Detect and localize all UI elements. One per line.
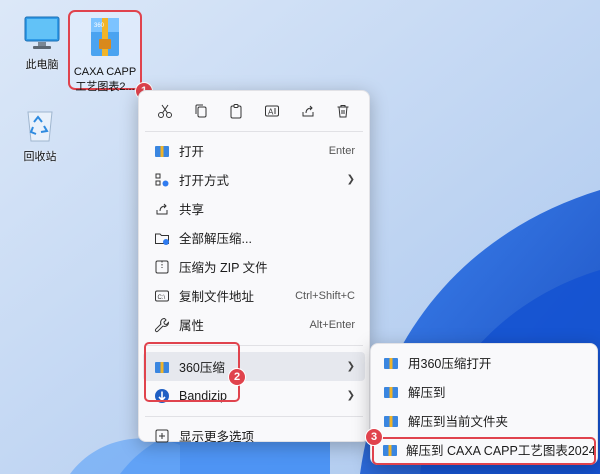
submenu-item-open-with-360[interactable]: 用360压缩打开 bbox=[374, 348, 594, 377]
menu-item-show-more-options-label: 显示更多选项 bbox=[179, 430, 255, 444]
more-options-icon bbox=[155, 429, 169, 442]
delete-button[interactable] bbox=[325, 96, 361, 126]
cut-button[interactable] bbox=[147, 96, 183, 126]
desktop-file-caxa-capp[interactable]: 360 CAXA CAPP 工艺图表2... bbox=[68, 10, 142, 93]
360zip-icon bbox=[384, 386, 398, 398]
rename-icon: A bbox=[264, 105, 279, 117]
extract-all-icon bbox=[155, 233, 169, 245]
menu-item-extract-all-label: 全部解压缩... bbox=[179, 232, 252, 246]
file-name-line2: 工艺图表2... bbox=[75, 81, 135, 93]
360zip-icon bbox=[384, 357, 398, 369]
svg-text:360: 360 bbox=[94, 23, 105, 29]
this-pc-label: 此电脑 bbox=[25, 59, 59, 71]
menu-item-open-label: 打开 bbox=[179, 145, 205, 159]
share-button[interactable] bbox=[290, 96, 326, 126]
delete-icon bbox=[337, 105, 349, 118]
menu-item-compress-zip-label: 压缩为 ZIP 文件 bbox=[179, 261, 268, 275]
archive-file-icon: 360 bbox=[91, 18, 119, 56]
copy-path-icon: C:\ bbox=[155, 290, 169, 301]
copy-button[interactable] bbox=[183, 96, 219, 126]
chevron-right-icon: ❯ bbox=[346, 174, 355, 185]
monitor-icon bbox=[24, 16, 60, 49]
archive-app-icon bbox=[155, 145, 169, 157]
paste-button[interactable] bbox=[218, 96, 254, 126]
share-icon bbox=[302, 105, 314, 117]
shortcut-alt-enter: Alt+Enter bbox=[309, 318, 355, 331]
menu-item-share-label: 共享 bbox=[179, 203, 205, 217]
360zip-icon bbox=[384, 415, 398, 427]
menu-item-copy-path-label: 复制文件地址 bbox=[179, 290, 255, 304]
chevron-right-icon: ❯ bbox=[346, 390, 355, 401]
file-name-line1: CAXA CAPP bbox=[73, 66, 137, 78]
menu-item-properties[interactable]: 属性 Alt+Enter bbox=[143, 310, 365, 339]
svg-text:A: A bbox=[268, 108, 274, 117]
submenu-item-extract-to-label: 解压到 bbox=[408, 386, 446, 400]
submenu-item-extract-here[interactable]: 解压到当前文件夹 bbox=[374, 406, 594, 435]
submenu-item-extract-here-label: 解压到当前文件夹 bbox=[408, 415, 509, 429]
open-with-icon bbox=[155, 173, 169, 186]
context-toolbar: A bbox=[139, 91, 369, 131]
cut-icon bbox=[157, 104, 172, 118]
menu-item-open[interactable]: 打开 Enter bbox=[143, 136, 365, 165]
recycle-bin-icon bbox=[27, 111, 53, 142]
chevron-right-icon: ❯ bbox=[346, 361, 355, 372]
highlight-360zip-group bbox=[144, 342, 240, 402]
submenu-item-extract-to[interactable]: 解压到 bbox=[374, 377, 594, 406]
shortcut-ctrl-shift-c: Ctrl+Shift+C bbox=[295, 289, 355, 302]
menu-item-open-with-label: 打开方式 bbox=[179, 174, 230, 188]
wrench-icon bbox=[154, 317, 170, 332]
copy-icon bbox=[195, 104, 206, 118]
rename-button[interactable]: A bbox=[254, 96, 290, 126]
desktop-icon-this-pc[interactable]: 此电脑 bbox=[10, 14, 74, 72]
paste-icon bbox=[230, 104, 242, 119]
menu-item-compress-zip[interactable]: 压缩为 ZIP 文件 bbox=[143, 252, 365, 281]
menu-item-open-with[interactable]: 打开方式 ❯ bbox=[143, 165, 365, 194]
shortcut-enter: Enter bbox=[328, 144, 355, 157]
menu-item-show-more-options[interactable]: 显示更多选项 bbox=[143, 421, 365, 450]
menu-item-copy-path[interactable]: C:\ 复制文件地址 Ctrl+Shift+C bbox=[143, 281, 365, 310]
svg-text:C:\: C:\ bbox=[158, 295, 166, 301]
menu-item-properties-label: 属性 bbox=[179, 319, 205, 333]
highlight-extract-to-folder bbox=[372, 437, 596, 465]
desktop-icon-recycle-bin[interactable]: 回收站 bbox=[8, 106, 72, 164]
step-badge-3: 3 bbox=[365, 428, 383, 446]
zip-folder-icon bbox=[155, 260, 169, 273]
step-badge-2: 2 bbox=[228, 368, 246, 386]
share-icon bbox=[156, 203, 168, 214]
recycle-bin-label: 回收站 bbox=[23, 151, 57, 163]
submenu-item-open-with-360-label: 用360压缩打开 bbox=[408, 357, 492, 371]
menu-item-extract-all[interactable]: 全部解压缩... bbox=[143, 223, 365, 252]
menu-item-share[interactable]: 共享 bbox=[143, 194, 365, 223]
